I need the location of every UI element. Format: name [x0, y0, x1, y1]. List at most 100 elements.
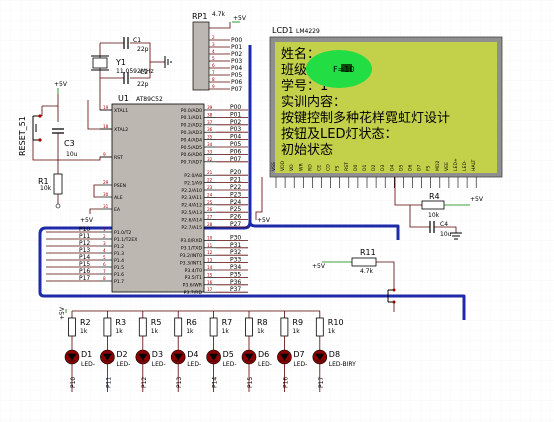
- mcu-right-pin-num: 36: [207, 127, 213, 132]
- lcd-pin-name: CD: [326, 164, 332, 171]
- mcu-right-pin-name: P0.5/AD5: [181, 145, 202, 151]
- mcu-left-pin-num: 31: [103, 204, 109, 209]
- mcu-right-net-label: P25: [230, 206, 241, 213]
- mcu-left-pin-name: P1.7: [114, 279, 124, 285]
- rp1-net-label: P07: [231, 86, 242, 93]
- led-resistor: [245, 317, 253, 337]
- rp1-value: 4.7k: [212, 11, 226, 18]
- r4-value: 10k: [428, 212, 440, 219]
- led-resistor-value: 1k: [151, 328, 159, 335]
- lcd-pin-name: D5: [398, 164, 404, 171]
- mcu-right-pin-name: P3.3/INT1: [180, 260, 202, 266]
- led-resistor-value: 1k: [80, 328, 88, 335]
- lcd-part: LM4229: [296, 28, 320, 35]
- mcu-right-pin-name: P2.5/A13: [181, 210, 202, 216]
- y1-ref: Y1: [115, 58, 126, 67]
- rp1-pin-num: 9: [212, 84, 215, 89]
- mcu-left-pin-num: 19: [103, 105, 109, 110]
- led-part: LED-: [152, 361, 166, 368]
- lcd-line: 按键控制多种花样霓虹灯设计: [281, 110, 450, 126]
- led-resistor: [174, 317, 183, 337]
- mcu-right-pin-num: 25: [207, 200, 213, 205]
- mcu-right-net-label: P01: [230, 111, 241, 118]
- mcu-right-pin-num: 15: [207, 272, 213, 277]
- mcu-right-pin-num: 14: [207, 265, 213, 270]
- mcu-left-pin-name: EA: [114, 207, 121, 213]
- lcd-ref: LCD1: [272, 26, 293, 35]
- mcu-right-pin-num: 23: [207, 185, 213, 190]
- mcu-right-pin-num: 17: [207, 287, 213, 292]
- rp1-net-label: P05: [231, 72, 242, 79]
- mcu-left-pin-name: P1.0/T2: [114, 230, 131, 236]
- mcu-right-net-label: P20: [230, 169, 241, 176]
- mcu-right-pin-name: P2.2/A10: [181, 188, 202, 194]
- lcd-pin-name: VEE: [444, 162, 450, 171]
- mcu-ref: U1: [118, 94, 129, 103]
- mcu-right-pin-name: P2.6/A14: [181, 217, 202, 223]
- mcu-left-pin-name: P1.4: [114, 258, 124, 264]
- mcu-right-pin-num: 10: [207, 235, 213, 240]
- rp1-pin-num: 8: [212, 77, 215, 82]
- r11-value: 4.7k: [360, 268, 374, 275]
- mcu-right-pin-num: 33: [207, 149, 213, 154]
- c1-ref: C1: [133, 37, 141, 44]
- mcu-left-pin-num: 6: [103, 262, 106, 267]
- led-net-label: P14: [212, 377, 219, 388]
- mcu-right-net-label: P24: [230, 199, 241, 206]
- p1-net-label: P15: [79, 261, 90, 268]
- mcu-right-pin-num: 12: [207, 250, 213, 255]
- lcd-pin-name: D4: [389, 164, 395, 171]
- rp1-pin-num: 6: [212, 63, 215, 68]
- lcd-line: 实训内容：: [281, 94, 346, 110]
- lcd-pin-name: CE: [317, 165, 323, 171]
- mcu-right-pin-name: P3.1/TXD: [181, 246, 203, 252]
- led-ref: D8: [329, 350, 340, 359]
- mcu-right-net-label: P00: [230, 104, 241, 111]
- mcu-right-pin-num: 24: [207, 192, 213, 197]
- mcu-right-pin-name: P2.1/A9: [184, 180, 202, 186]
- led-resistor: [209, 317, 218, 337]
- mcu-right-pin-name: P3.2/INT0: [180, 253, 202, 259]
- led-resistor-value: 1k: [328, 328, 336, 335]
- mcu-right-pin-name: P0.1/AD1: [181, 115, 202, 121]
- rp1-net-label: P02: [231, 51, 242, 58]
- mcu-right-pin-name: P0.2/AD2: [181, 123, 202, 129]
- lcd-pin-name: VDD: [280, 160, 286, 171]
- lcd-pin-name: RD: [307, 164, 313, 171]
- mcu-right-net-label: P26: [230, 214, 241, 221]
- led-resistor-ref: R3: [115, 318, 126, 327]
- c2-value: 22p: [137, 81, 149, 88]
- rp1-body: [192, 21, 210, 91]
- led-ref: D1: [81, 350, 92, 359]
- led-resistor: [315, 317, 324, 337]
- mcu-right-pin-name: P3.0/RXD: [181, 238, 203, 244]
- mcu-right-pin-name: P3.7/RD: [184, 290, 203, 296]
- mcu-right-net-label: P34: [230, 264, 241, 271]
- p1-net-label: P11: [79, 233, 90, 240]
- mcu-right-net-label: P37: [230, 286, 241, 293]
- led-resistor: [280, 317, 289, 337]
- led-ref: D3: [152, 350, 163, 359]
- mcu-left-pin-num: 3: [103, 241, 106, 246]
- lcd-pin-name: D0: [353, 164, 359, 171]
- mcu-left-pin-name: RST: [114, 155, 123, 161]
- mcu-left-pin-num: 4: [103, 248, 106, 253]
- led-part: LED-: [293, 361, 307, 368]
- lcd-pin-name: VSS: [271, 162, 277, 171]
- led-resistor: [138, 317, 147, 337]
- lcd-pin-name: D1: [362, 164, 368, 171]
- mcu-right-pin-name: P3.6/WR: [183, 283, 203, 289]
- led-power-label: +5V: [59, 306, 66, 320]
- p1-net-label: P12: [79, 240, 90, 247]
- r1-body: [53, 173, 63, 195]
- y1-value: 11.0592MHz: [116, 68, 154, 75]
- c3-value: 10u: [66, 151, 78, 158]
- rp1-net-label: P00: [231, 37, 242, 44]
- mcu-right-pin-num: 37: [207, 120, 213, 125]
- r11-body: [351, 257, 377, 267]
- mcu-right-net-label: P23: [230, 191, 241, 198]
- mcu-right-pin-num: 11: [207, 243, 213, 248]
- mcu-left-pin-name: XTAL1: [114, 108, 128, 114]
- lcd-line: 初始状态: [281, 143, 333, 158]
- mcu-right-pin-num: 28: [207, 222, 213, 227]
